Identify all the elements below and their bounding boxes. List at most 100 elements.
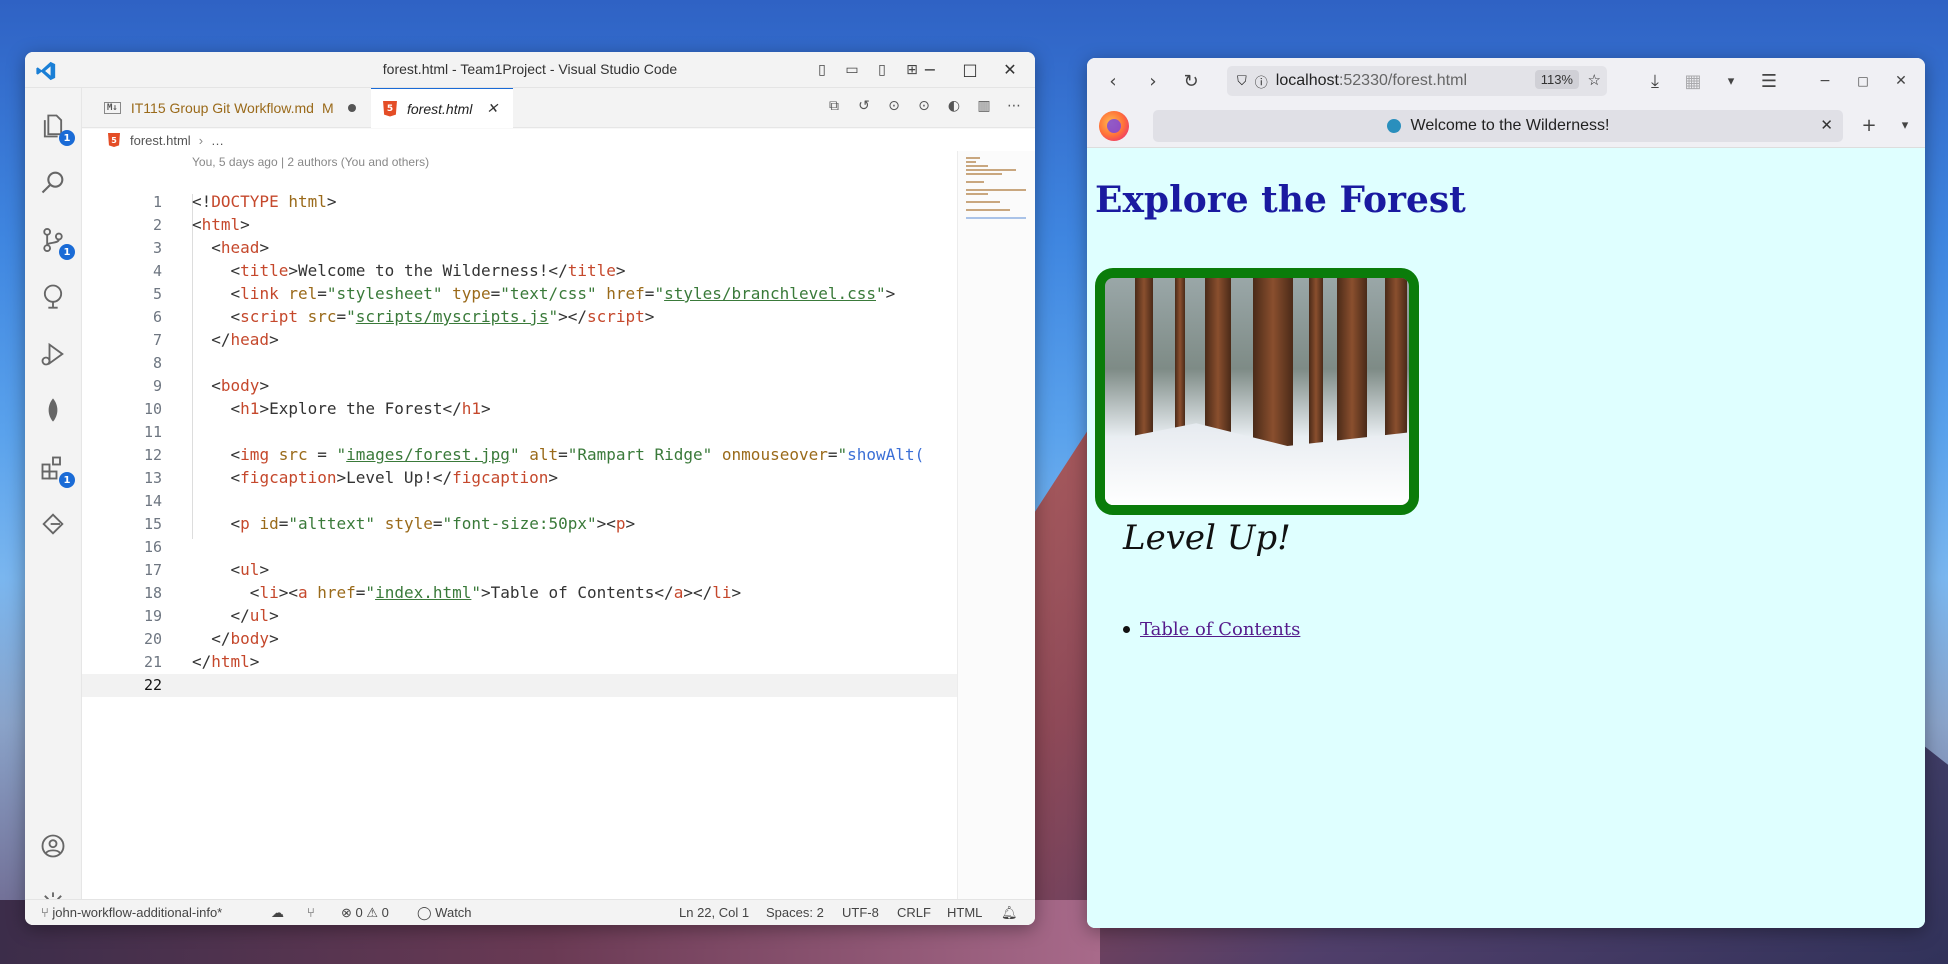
toggle-blame-icon[interactable]: ◐: [945, 98, 963, 114]
code-editor[interactable]: You, 5 days ago | 2 authors (You and oth…: [82, 151, 957, 899]
minimize-button[interactable]: −: [919, 58, 941, 80]
breadcrumb-symbol[interactable]: …: [211, 133, 224, 148]
toggle-panel-icon[interactable]: ▭: [841, 60, 863, 80]
code-line[interactable]: 18 <li><a href="index.html">Table of Con…: [82, 582, 957, 605]
eol-setting[interactable]: CRLF: [897, 905, 931, 920]
git-next-change-icon[interactable]: ⊙: [915, 98, 933, 114]
git-graph-icon[interactable]: [35, 278, 71, 314]
code-line[interactable]: 12 <img src = "images/forest.jpg" alt="R…: [82, 444, 957, 467]
forest-image[interactable]: [1095, 268, 1419, 515]
close-button[interactable]: ✕: [999, 58, 1021, 80]
more-actions-icon[interactable]: ⋯: [1005, 98, 1023, 114]
figure-caption: Level Up!: [1123, 518, 1291, 558]
table-of-contents-link[interactable]: Table of Contents: [1140, 619, 1300, 640]
tracking-shield-icon[interactable]: ⛉: [1237, 73, 1247, 89]
hamburger-menu-icon[interactable]: ☰: [1757, 69, 1781, 93]
firefox-window: ‹ › ↻ ⛉ ⓘ localhost:52330/forest.html 11…: [1087, 58, 1925, 928]
tab-git-workflow-md[interactable]: M↓ IT115 Group Git Workflow.md M: [92, 88, 370, 128]
toggle-primary-sidebar-icon[interactable]: ▯: [811, 60, 833, 80]
open-preview-icon[interactable]: ⧉: [825, 98, 843, 114]
explorer-icon[interactable]: 1: [35, 108, 75, 146]
maximize-button[interactable]: □: [959, 58, 981, 80]
link-list: Table of Contents: [1123, 619, 1300, 640]
unsaved-dot-icon[interactable]: [347, 104, 356, 112]
new-tab-icon[interactable]: +: [1857, 113, 1881, 137]
vscode-window: forest.html - Team1Project - Visual Stud…: [25, 52, 1035, 925]
run-debug-icon[interactable]: [35, 336, 71, 372]
branch-indicator[interactable]: ⑂ john-workflow-additional-info*: [41, 905, 222, 920]
watch-button[interactable]: ◯ Watch: [417, 905, 472, 921]
extensions-badge: 1: [59, 472, 75, 488]
tab-overflow-icon[interactable]: ▾: [1893, 113, 1917, 137]
breadcrumb-file[interactable]: forest.html: [130, 133, 191, 148]
notifications-bell-icon[interactable]: 🔔︎: [1001, 905, 1018, 921]
code-line[interactable]: 2 <html>: [82, 214, 957, 237]
cursor-position[interactable]: Ln 22, Col 1: [679, 905, 749, 920]
git-previous-change-icon[interactable]: ⊙: [885, 98, 903, 114]
back-arrow-icon[interactable]: ‹: [1101, 69, 1125, 93]
downloads-icon[interactable]: ⤓: [1643, 69, 1667, 93]
sync-cloud-icon[interactable]: ☁: [271, 905, 284, 921]
code-line[interactable]: 5 <link rel="stylesheet" type="text/css"…: [82, 283, 957, 306]
encoding-setting[interactable]: UTF-8: [842, 905, 879, 920]
problems-indicator[interactable]: ⊗ 0 ⚠ 0: [341, 905, 389, 921]
toggle-secondary-sidebar-icon[interactable]: ▯: [871, 60, 893, 80]
tab-favicon-icon: [1386, 119, 1401, 133]
list-all-tabs-icon[interactable]: ▾: [1719, 69, 1743, 93]
code-line[interactable]: 1 <!DOCTYPE html>: [82, 191, 957, 214]
git-graph-status-icon[interactable]: ⑂: [307, 905, 315, 920]
code-line[interactable]: 11: [82, 421, 957, 444]
tab-forest-html[interactable]: 5 forest.html ✕: [371, 88, 513, 128]
close-tab-icon[interactable]: ✕: [1820, 116, 1833, 134]
code-line[interactable]: 20 </body>: [82, 628, 957, 651]
tab-strip: Welcome to the Wilderness! ✕ + ▾: [1087, 104, 1925, 148]
browser-tab[interactable]: Welcome to the Wilderness! ✕: [1153, 110, 1843, 142]
timeline-icon[interactable]: [35, 506, 71, 542]
forward-arrow-icon[interactable]: ›: [1141, 69, 1165, 93]
code-line[interactable]: 4 <title>Welcome to the Wilderness!</tit…: [82, 260, 957, 283]
list-item: Table of Contents: [1123, 619, 1300, 640]
maximize-button[interactable]: □: [1851, 69, 1875, 93]
code-line[interactable]: 19 </ul>: [82, 605, 957, 628]
markdown-icon: M↓: [104, 102, 121, 114]
current-code-line[interactable]: 22: [82, 674, 957, 697]
firefox-logo-icon: [1099, 111, 1129, 141]
source-control-icon[interactable]: 1: [35, 222, 75, 260]
code-line[interactable]: 13 <figcaption>Level Up!</figcaption>: [82, 467, 957, 490]
bookmark-star-icon[interactable]: ☆: [1588, 71, 1601, 89]
git-blame-annotation[interactable]: You, 5 days ago | 2 authors (You and oth…: [192, 155, 429, 169]
tab-label: IT115 Group Git Workflow.md: [130, 100, 314, 116]
extensions-icon[interactable]: 1: [35, 450, 75, 488]
code-line[interactable]: 8: [82, 352, 957, 375]
reload-icon[interactable]: ↻: [1179, 69, 1203, 93]
git-back-icon[interactable]: ↺: [855, 98, 873, 114]
minimize-button[interactable]: −: [1813, 69, 1837, 93]
code-line[interactable]: 16: [82, 536, 957, 559]
minimap[interactable]: [957, 151, 1035, 899]
mongodb-leaf-icon[interactable]: [35, 392, 71, 428]
site-info-icon[interactable]: ⓘ: [1255, 72, 1268, 91]
extension-icon[interactable]: ▦: [1681, 69, 1705, 93]
code-line[interactable]: 15 <p id="alttext" style="font-size:50px…: [82, 513, 957, 536]
code-line[interactable]: 10 <h1>Explore the Forest</h1>: [82, 398, 957, 421]
url-path: :52330/forest.html: [1338, 72, 1468, 89]
indentation-setting[interactable]: Spaces: 2: [766, 905, 824, 920]
accounts-icon[interactable]: [35, 828, 71, 864]
code-line[interactable]: 9 <body>: [82, 375, 957, 398]
zoom-level-badge[interactable]: 113%: [1534, 70, 1579, 89]
split-editor-icon[interactable]: ▥: [975, 98, 993, 114]
navigation-toolbar: ‹ › ↻ ⛉ ⓘ localhost:52330/forest.html 11…: [1087, 58, 1925, 104]
code-line[interactable]: 7 </head>: [82, 329, 957, 352]
url-bar[interactable]: ⛉ ⓘ localhost:52330/forest.html 113% ☆: [1227, 66, 1607, 96]
code-line[interactable]: 6 <script src="scripts/myscripts.js"></s…: [82, 306, 957, 329]
code-line[interactable]: 3 <head>: [82, 237, 957, 260]
close-button[interactable]: ✕: [1889, 69, 1913, 93]
code-line[interactable]: 21 </html>: [82, 651, 957, 674]
close-tab-icon[interactable]: ✕: [486, 100, 498, 117]
code-line[interactable]: 17 <ul>: [82, 559, 957, 582]
tab-label: forest.html: [407, 100, 473, 117]
language-mode[interactable]: HTML: [947, 905, 982, 920]
search-icon[interactable]: [35, 164, 71, 200]
explorer-badge: 1: [59, 130, 75, 146]
code-line[interactable]: 14: [82, 490, 957, 513]
